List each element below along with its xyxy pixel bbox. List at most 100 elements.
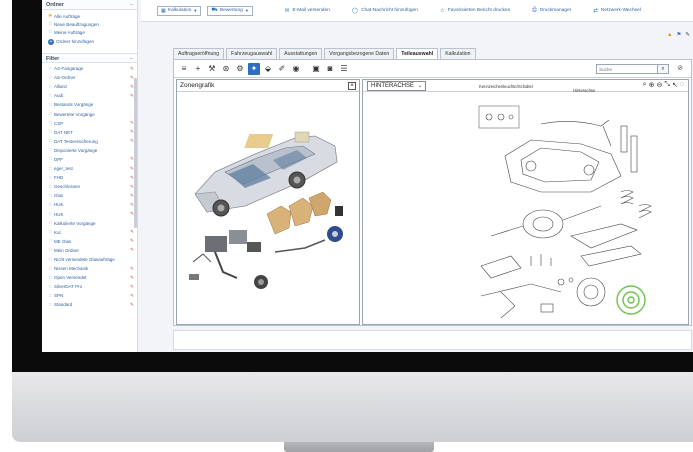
bottom-panel bbox=[173, 330, 692, 350]
filter-item[interactable]: ☆ HUK ✎ bbox=[48, 210, 134, 219]
tab-vorgangsbezogene-daten[interactable]: Vorgangsbezogene Daten bbox=[324, 48, 395, 59]
tools-icon[interactable]: ⚒ bbox=[206, 63, 218, 75]
filter-panel-header[interactable]: Filter − bbox=[42, 53, 137, 63]
filter-item[interactable]: ☆ DPF ✎ bbox=[48, 155, 134, 164]
pin-icon[interactable]: ✎ bbox=[685, 32, 690, 38]
filter-item[interactable]: ☆ Disponierte Vorgänge bbox=[48, 146, 134, 155]
filter-item[interactable]: ☆ Kul. ✎ bbox=[48, 228, 134, 237]
wrench-icon[interactable]: ⚙ bbox=[234, 63, 246, 75]
filter-item[interactable]: ☆ Allianz ✎ bbox=[48, 82, 134, 91]
fit-icon[interactable]: ⤡ bbox=[664, 81, 670, 89]
baugruppe-select[interactable]: HINTERACHSE ⌄ bbox=[367, 80, 427, 91]
edit-pencil-icon[interactable]: ✎ bbox=[130, 284, 134, 289]
filter-item-label: Allianz bbox=[54, 84, 68, 90]
filter-item[interactable]: ☆ ME Glas ✎ bbox=[48, 237, 134, 246]
tab-auftragseröffnung[interactable]: Auftragseröffnung bbox=[173, 48, 225, 59]
camera-icon[interactable]: ◙ bbox=[324, 63, 336, 75]
filter-item[interactable]: ☆ Bestands Vorgänge bbox=[48, 100, 134, 109]
add-part-icon[interactable]: + bbox=[192, 63, 204, 75]
exploded-car-graphic[interactable] bbox=[185, 102, 355, 312]
chat-button[interactable]: ◯ Chat-Nachricht hinzufügen bbox=[352, 8, 418, 14]
bell-icon[interactable]: ▲ bbox=[667, 32, 672, 38]
star-icon: ☆ bbox=[439, 7, 445, 14]
tab-teileauswahl[interactable]: Teileauswahl bbox=[396, 48, 439, 59]
edit-pencil-icon[interactable]: ✎ bbox=[130, 229, 134, 234]
filter-item[interactable]: ☆ Open Versendet ✎ bbox=[48, 273, 134, 282]
filter-item[interactable]: ☆ Nicht versendete Glasaufträge bbox=[48, 255, 134, 264]
printer-icon: ⎙ bbox=[532, 7, 537, 13]
sidebar-scrollbar[interactable] bbox=[134, 78, 137, 228]
edit-pencil-icon[interactable]: ✎ bbox=[130, 66, 134, 71]
filter-item[interactable]: ☆ eger_test ✎ bbox=[48, 164, 134, 173]
ordner-item-meine[interactable]: ☆ Meine Aufträge bbox=[48, 28, 134, 36]
filter-item-label: ME Glas bbox=[54, 238, 72, 244]
ordner-item-neue[interactable]: ☆ Neue Beauftragungen bbox=[48, 20, 134, 28]
filter-item-label: FHD bbox=[54, 175, 64, 181]
collapse-icon[interactable]: − bbox=[130, 54, 133, 62]
ordner-panel-header[interactable]: Ordner − bbox=[42, 0, 137, 10]
filter-item[interactable]: ☆ Kalkulierte Vorgänge bbox=[48, 219, 134, 228]
clear-filter-icon[interactable]: ⊘ bbox=[675, 64, 685, 74]
zoom-search-icon[interactable]: ⌕ bbox=[643, 81, 647, 89]
filter-item-label: AS-Fairgarage bbox=[54, 66, 84, 72]
filter-item-label: Bestands Vorgänge bbox=[54, 102, 94, 108]
add-folder-button[interactable]: + Ordner hinzufügen bbox=[48, 37, 134, 46]
photo-icon[interactable]: ▣ bbox=[310, 63, 322, 75]
edit-pencil-icon[interactable]: ✎ bbox=[130, 302, 134, 307]
menu-icon[interactable]: ≡ bbox=[178, 63, 190, 75]
filter-item[interactable]: ☆ SPN ✎ bbox=[48, 291, 134, 300]
filter-item-label: Mein Ordner bbox=[54, 247, 80, 253]
ordner-item-alle[interactable]: ★ Alle Aufträge bbox=[48, 12, 134, 20]
filter-item[interactable]: ☆ DAT NET ✎ bbox=[48, 128, 134, 137]
filter-item[interactable]: ☆ CSP ✎ bbox=[48, 119, 134, 128]
workspace: ≡ + ⚒ ⊛ ⚙ ✦ ⬙ ✐ ◉ ▣ ◙ ☰ ⌕ ⊘ bbox=[173, 59, 692, 326]
edit-pencil-icon[interactable]: ✎ bbox=[130, 275, 134, 280]
tab-ausstattungen[interactable]: Ausstattungen bbox=[279, 48, 323, 59]
graphic-select-icon[interactable]: ✦ bbox=[248, 62, 260, 75]
list-icon[interactable]: ☰ bbox=[338, 63, 350, 75]
quick-actions: ▲ ⚑ ✎ bbox=[667, 32, 690, 38]
tire-icon[interactable]: ◉ bbox=[290, 63, 302, 75]
paint-icon[interactable]: ⬙ bbox=[262, 63, 274, 75]
search-input[interactable] bbox=[596, 64, 658, 74]
bewertung-dropdown[interactable]: ⛟ Bewertung ▼ bbox=[207, 5, 253, 16]
print-favorite-button[interactable]: ☆ Favorisierten Bericht drucken bbox=[440, 8, 510, 14]
tab-kalkulation[interactable]: Kalkulation bbox=[440, 48, 476, 59]
druckmanager-button[interactable]: ⎙ Druckmanager bbox=[532, 7, 571, 14]
netzwerk-button[interactable]: ⇄ Netzwerk-Wechsel bbox=[593, 8, 641, 14]
edit-pencil-icon[interactable]: ✎ bbox=[130, 266, 134, 271]
filter-item[interactable]: ☆ Standard ✎ bbox=[48, 300, 134, 309]
filter-item[interactable]: ☆ Audi ✎ bbox=[48, 91, 134, 100]
pointer-icon[interactable]: ↖ bbox=[672, 81, 678, 89]
sidebar: Ordner − ★ Alle Aufträge ☆ Neue Beauftra… bbox=[42, 0, 138, 352]
flag-icon[interactable]: ⚑ bbox=[676, 32, 681, 38]
filter-item[interactable]: ☆ Geschlossen ✎ bbox=[48, 182, 134, 191]
comment-icon[interactable]: ◌ bbox=[680, 81, 684, 89]
collapse-icon[interactable]: − bbox=[130, 0, 133, 9]
filter-item[interactable]: ☆ Mein Ordner ✎ bbox=[48, 246, 134, 255]
filter-item[interactable]: ☆ Glas ✎ bbox=[48, 191, 134, 200]
tab-fahrzeugauswahl[interactable]: Fahrzeugauswahl bbox=[226, 48, 278, 59]
kalkulation-dropdown[interactable]: ▦ Kalkulation ▼ bbox=[157, 5, 202, 16]
search-icon[interactable]: ⌕ bbox=[658, 64, 669, 74]
filter-item[interactable]: ☆ Bewertete Vorgänge bbox=[48, 109, 134, 118]
exploded-axle-diagram[interactable] bbox=[471, 96, 661, 326]
brush-icon[interactable]: ✐ bbox=[276, 63, 288, 75]
edit-pencil-icon[interactable]: ✎ bbox=[130, 293, 134, 298]
filter-item[interactable]: ☆ AS-Ordner ✎ bbox=[48, 73, 134, 82]
filter-item[interactable]: ☆ Nissen Mechanik ✎ bbox=[48, 264, 134, 273]
filter-item[interactable]: ☆ HUK ✎ bbox=[48, 200, 134, 209]
email-button[interactable]: ✉ E-Mail versenden bbox=[285, 8, 330, 14]
zonengrafik-header: Zonengrafik × bbox=[177, 80, 359, 92]
edit-pencil-icon[interactable]: ✎ bbox=[130, 239, 134, 244]
filter-item[interactable]: ☆ SilverDAT Pro ✎ bbox=[48, 282, 134, 291]
filter-item[interactable]: ☆ AS-Fairgarage ✎ bbox=[48, 64, 134, 73]
steering-icon[interactable]: ⊛ bbox=[220, 63, 232, 75]
sub-toolbar: ▲ ⚑ ✎ bbox=[141, 22, 693, 40]
zoom-out-icon[interactable]: ⊖ bbox=[656, 81, 662, 89]
zoom-in-icon[interactable]: ⊕ bbox=[649, 81, 655, 89]
edit-pencil-icon[interactable]: ✎ bbox=[130, 248, 134, 253]
close-icon[interactable]: × bbox=[348, 82, 356, 90]
filter-item[interactable]: ☆ DAT Testversicherung ✎ bbox=[48, 137, 134, 146]
filter-item[interactable]: ☆ FHD ✎ bbox=[48, 173, 134, 182]
